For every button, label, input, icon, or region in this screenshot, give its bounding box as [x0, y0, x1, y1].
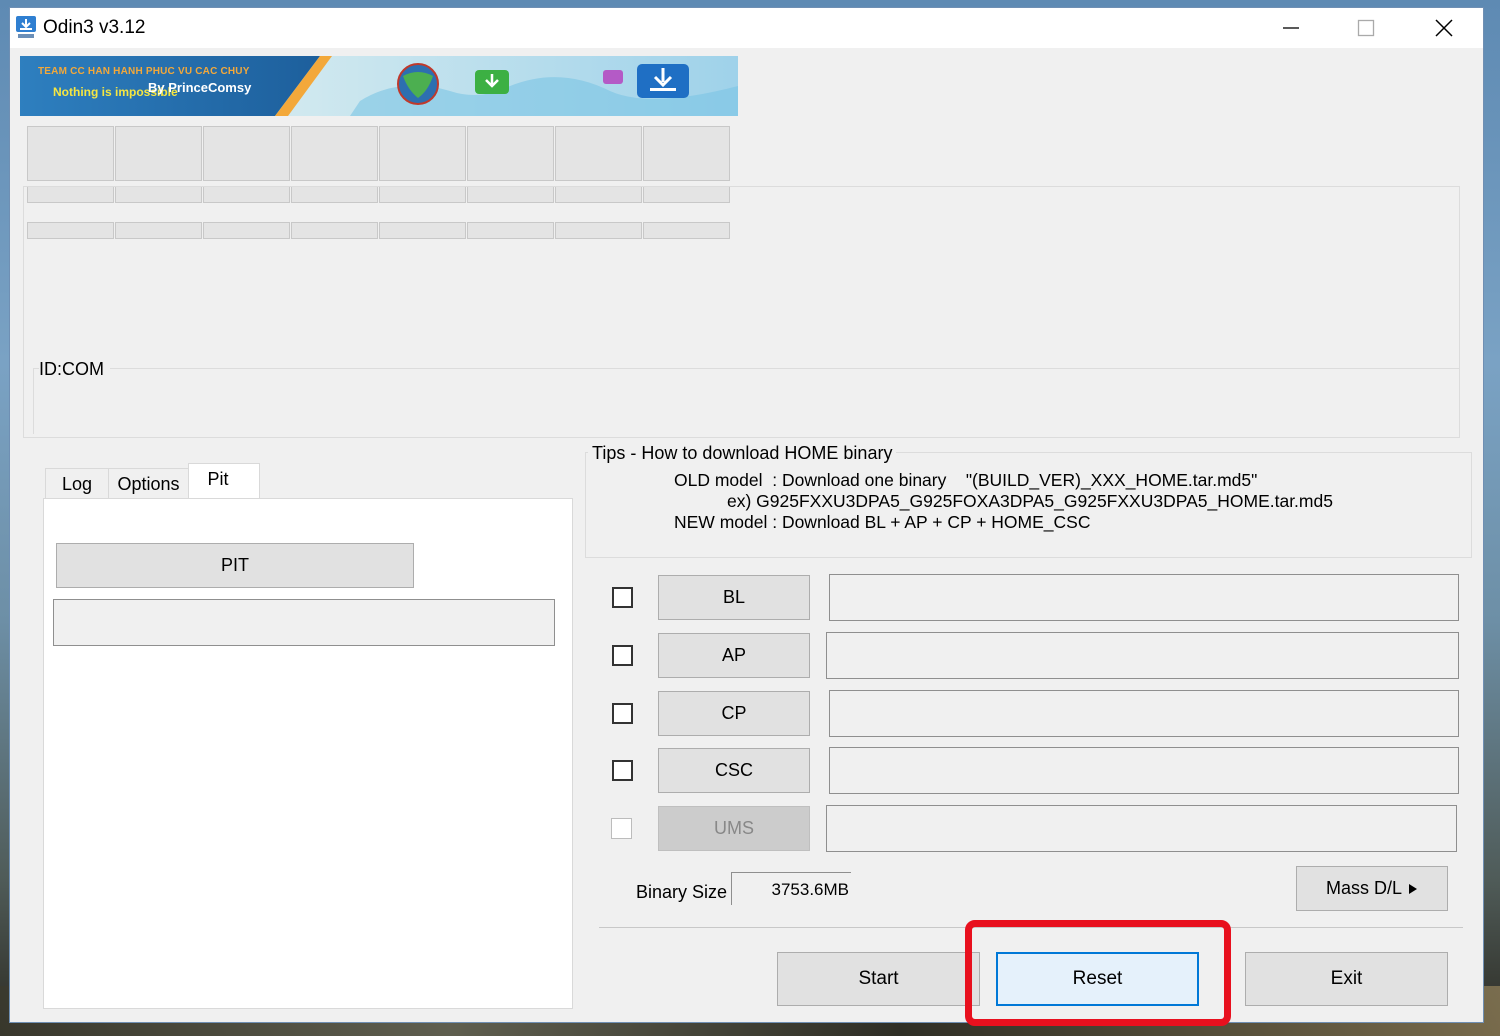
- bl-file-path[interactable]: [829, 574, 1459, 621]
- banner-team-text: TEAM CC HAN HANH PHUC VU CAC CHUY: [38, 66, 250, 77]
- pit-button[interactable]: PIT: [56, 543, 414, 588]
- ums-file-path: [826, 805, 1457, 852]
- id-com-group: [33, 368, 1460, 434]
- port-status-cell: [467, 126, 554, 181]
- bl-button[interactable]: BL: [658, 575, 810, 620]
- window-title: Odin3 v3.12: [43, 17, 146, 38]
- cp-file-path[interactable]: [829, 690, 1459, 737]
- mass-dl-label: Mass D/L: [1325, 878, 1403, 898]
- id-com-label: ID:COM: [39, 359, 110, 380]
- separator: [599, 927, 1463, 928]
- play-arrow-icon: [1409, 883, 1418, 894]
- mass-dl-button[interactable]: Mass D/L: [1296, 866, 1448, 911]
- ap-button[interactable]: AP: [658, 633, 810, 678]
- tab-label: Log: [61, 474, 93, 494]
- odin-download-icon: [15, 15, 37, 39]
- port-status-cell: [203, 126, 290, 181]
- tips-title: Tips - How to download HOME binary: [588, 443, 897, 464]
- start-button[interactable]: Start: [777, 952, 980, 1006]
- tab-log[interactable]: Log: [45, 468, 109, 500]
- port-status-cell: [643, 126, 730, 181]
- port-status-cell: [379, 126, 466, 181]
- tips-old-model: OLD model : Download one binary "(BUILD_…: [674, 470, 1258, 490]
- cp-button[interactable]: CP: [658, 691, 810, 736]
- tab-pit[interactable]: Pit: [188, 463, 260, 500]
- port-status-cell: [27, 126, 114, 181]
- tab-label: Options: [117, 474, 180, 494]
- port-status-cell: [291, 126, 378, 181]
- port-status-cell: [115, 126, 202, 181]
- binary-size-value: 3753.6MB: [731, 872, 851, 905]
- maximize-button[interactable]: [1328, 8, 1404, 48]
- title-bar[interactable]: Odin3 v3.12: [10, 8, 1483, 48]
- pit-tab-panel: PIT: [43, 498, 573, 1009]
- bl-checkbox[interactable]: [612, 587, 633, 608]
- port-status-row: [27, 126, 730, 181]
- exit-button[interactable]: Exit: [1245, 952, 1448, 1006]
- minimize-icon: [1283, 27, 1299, 29]
- csc-button[interactable]: CSC: [658, 748, 810, 793]
- close-icon: [1435, 19, 1453, 37]
- csc-checkbox[interactable]: [612, 760, 633, 781]
- ap-file-path[interactable]: [826, 632, 1459, 679]
- tips-example: ex) G925FXXU3DPA5_G925FOXA3DPA5_G925FXXU…: [727, 491, 1333, 511]
- pit-file-path[interactable]: [53, 599, 555, 646]
- close-button[interactable]: [1406, 8, 1482, 48]
- csc-file-path[interactable]: [829, 747, 1459, 794]
- port-status-cell: [555, 126, 642, 181]
- odin-window: Odin3 v3.12 TEAM CC HAN HANH PHUC VU CAC…: [9, 7, 1484, 1026]
- ums-button: UMS: [658, 806, 810, 851]
- tips-new-model: NEW model : Download BL + AP + CP + HOME…: [674, 512, 1091, 532]
- minimize-button[interactable]: [1253, 8, 1329, 48]
- reset-button[interactable]: Reset: [996, 952, 1199, 1006]
- odin-banner: TEAM CC HAN HANH PHUC VU CAC CHUY Nothin…: [20, 56, 738, 116]
- tab-label: Pit: [207, 468, 229, 489]
- ums-checkbox: [611, 818, 632, 839]
- maximize-icon: [1357, 19, 1375, 37]
- tab-options[interactable]: Options: [108, 468, 189, 500]
- cp-checkbox[interactable]: [612, 703, 633, 724]
- binary-size-label: Binary Size: [636, 882, 728, 902]
- banner-author: By PrinceComsy: [148, 80, 252, 95]
- ap-checkbox[interactable]: [612, 645, 633, 666]
